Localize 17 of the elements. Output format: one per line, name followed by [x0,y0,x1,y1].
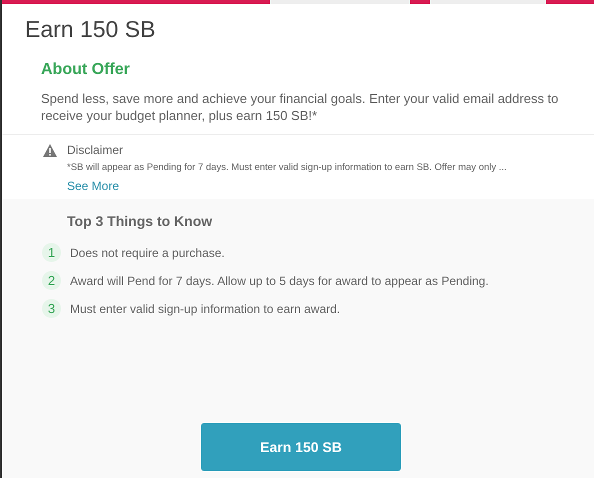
section-heading: About Offer [41,60,131,80]
disclaimer-text: *SB will appear as Pending for 7 days. Must enter valid sign-up information to earn SB. Offer may only ... [67,161,507,175]
section-heading: Top 3 Things to Know [67,213,212,230]
top-strip [410,0,430,4]
step-number: 1 [42,243,61,262]
step-text: Must enter valid sign-up information to earn award. [70,300,340,318]
step-number: 2 [42,271,61,290]
warning-icon [43,144,57,157]
offer-description: Spend less, save more and achieve your financial goals. Enter your valid email address to receive your budget planner, plus earn 150 SB!* [41,90,560,124]
disclaimer-label: Disclaimer [67,142,124,158]
step-text: Does not require a purchase. [70,244,225,262]
top-strip [546,0,594,4]
see-more-link[interactable]: See More [67,177,120,196]
dialog-title: Earn 150 SB [25,16,156,42]
step-text: Award will Pend for 7 days. Allow up to 5 days for award to appear as Pending. [70,272,489,290]
step-number: 3 [42,299,61,318]
earn-button[interactable]: Earn 150 SB [201,423,401,471]
